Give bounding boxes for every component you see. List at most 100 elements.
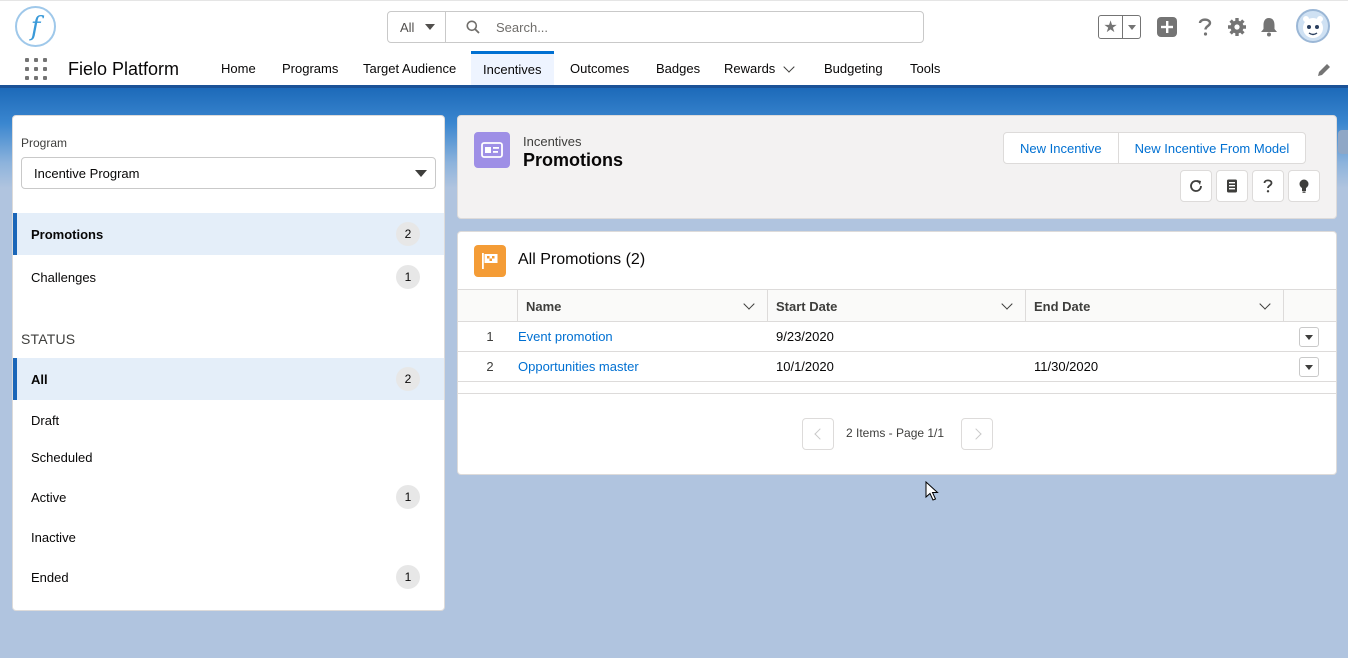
program-select[interactable]: Incentive Program (21, 157, 436, 189)
caret-down-icon (425, 24, 435, 30)
tips-button[interactable] (1288, 170, 1320, 202)
search-icon (466, 20, 480, 34)
nav-tab-rewards[interactable]: Rewards (712, 52, 805, 85)
chevron-right-icon (969, 428, 982, 440)
list-object-icon (474, 245, 506, 277)
search-scope-dropdown[interactable]: All (388, 12, 446, 42)
flag-icon (482, 253, 498, 269)
edit-nav-button[interactable] (1316, 62, 1332, 81)
search-scope-label: All (400, 19, 415, 35)
favorites-menu-button[interactable] (1123, 16, 1140, 38)
table-header: Name Start Date End Date (458, 289, 1336, 322)
page-header: Incentives Promotions New Incentive New … (457, 115, 1337, 219)
caret-down-icon (1127, 24, 1136, 30)
help-page-button[interactable] (1252, 170, 1284, 202)
table-row: 2 Opportunities master 10/1/2020 11/30/2… (458, 352, 1336, 382)
mouse-cursor-icon (925, 481, 939, 501)
chevron-left-icon (813, 428, 826, 440)
chevron-down-icon[interactable] (1259, 298, 1271, 310)
caret-down-icon (1305, 364, 1313, 370)
table-row: 1 Event promotion 9/23/2020 (458, 322, 1336, 352)
column-header-end-date[interactable]: End Date (1026, 290, 1284, 322)
chevron-down-icon[interactable] (783, 60, 795, 73)
nav-tab-incentives[interactable]: Incentives (471, 51, 554, 85)
page-title: Promotions (523, 150, 624, 170)
nav-tab-home[interactable]: Home (209, 52, 268, 85)
pagination-text: 2 Items - Page 1/1 (846, 426, 945, 440)
filter-panel: Program Incentive Program Promotions 2 C… (12, 115, 445, 611)
count-badge: 1 (396, 485, 420, 509)
refresh-icon (1190, 180, 1202, 192)
incentive-object-icon (474, 132, 510, 168)
pencil-icon (1318, 64, 1330, 76)
end-date-cell: 11/30/2020 (1034, 359, 1099, 374)
search-input[interactable] (496, 19, 896, 35)
row-number: 1 (486, 329, 494, 344)
notes-button[interactable] (1216, 170, 1248, 202)
page-eyebrow: Incentives (523, 134, 582, 149)
user-avatar[interactable] (1296, 9, 1330, 43)
chevron-down-icon[interactable] (743, 298, 755, 310)
nav-tab-budgeting[interactable]: Budgeting (812, 52, 895, 85)
divider (458, 393, 1336, 394)
status-item-scheduled[interactable]: Scheduled (13, 436, 444, 478)
favorites-button[interactable]: ★ (1098, 15, 1141, 39)
status-item-all[interactable]: All 2 (13, 358, 444, 400)
nav-tab-badges[interactable]: Badges (644, 52, 712, 85)
column-header-start-date[interactable]: Start Date (768, 290, 1026, 322)
count-badge: 2 (396, 367, 420, 391)
star-icon[interactable]: ★ (1099, 16, 1123, 38)
global-header: f All ★ (0, 0, 1348, 52)
setup-button[interactable] (1226, 16, 1248, 38)
status-item-inactive[interactable]: Inactive (13, 516, 444, 558)
add-icon (1157, 17, 1177, 37)
global-actions-button[interactable] (1156, 16, 1178, 38)
column-header-name[interactable]: Name (518, 290, 768, 322)
astro-avatar-icon (1303, 16, 1323, 38)
start-date-cell: 10/1/2020 (776, 359, 834, 374)
count-badge: 1 (396, 565, 420, 589)
list-title: All Promotions (2) (518, 251, 646, 268)
status-item-draft[interactable]: Draft (13, 399, 444, 441)
program-select-value: Incentive Program (34, 165, 140, 181)
help-button[interactable] (1194, 16, 1216, 38)
status-item-active[interactable]: Active 1 (13, 476, 444, 518)
app-launcher-icon[interactable] (25, 58, 47, 80)
chevron-down-icon[interactable] (1001, 298, 1013, 310)
bell-icon (1261, 18, 1277, 37)
promotion-name-link[interactable]: Event promotion (518, 329, 613, 344)
side-panel-toggle[interactable] (1338, 130, 1348, 154)
new-incentive-from-model-button[interactable]: New Incentive From Model (1118, 133, 1306, 163)
fielo-logo[interactable]: f (15, 6, 56, 47)
search-field (446, 12, 923, 42)
refresh-button[interactable] (1180, 170, 1212, 202)
gear-icon (1228, 18, 1246, 36)
row-actions-button[interactable] (1299, 357, 1319, 377)
help-icon (1263, 179, 1273, 193)
status-item-ended[interactable]: Ended 1 (13, 556, 444, 598)
contact-card-icon (481, 142, 503, 158)
row-number-header (458, 290, 518, 322)
notebook-icon (1227, 179, 1237, 193)
row-actions-button[interactable] (1299, 327, 1319, 347)
lightbulb-icon (1299, 179, 1309, 193)
type-item-challenges[interactable]: Challenges 1 (13, 256, 444, 298)
notifications-button[interactable] (1258, 16, 1280, 38)
nav-tab-outcomes[interactable]: Outcomes (558, 52, 641, 85)
previous-page-button[interactable] (802, 418, 834, 450)
promotion-name-link[interactable]: Opportunities master (518, 359, 639, 374)
count-badge: 2 (396, 222, 420, 246)
nav-tab-programs[interactable]: Programs (270, 52, 350, 85)
next-page-button[interactable] (961, 418, 993, 450)
program-label: Program (21, 136, 68, 150)
promotions-list: All Promotions (2) Name Start Date End D… (457, 231, 1337, 475)
nav-tab-tools[interactable]: Tools (898, 52, 952, 85)
app-navigation: Fielo Platform Home Programs Target Audi… (0, 51, 1348, 88)
new-incentive-button[interactable]: New Incentive (1004, 133, 1118, 163)
nav-tab-target-audience[interactable]: Target Audience (351, 52, 468, 85)
start-date-cell: 9/23/2020 (776, 329, 834, 344)
count-badge: 1 (396, 265, 420, 289)
global-search: All (387, 11, 924, 43)
type-item-promotions[interactable]: Promotions 2 (13, 213, 444, 255)
help-icon (1198, 18, 1212, 36)
